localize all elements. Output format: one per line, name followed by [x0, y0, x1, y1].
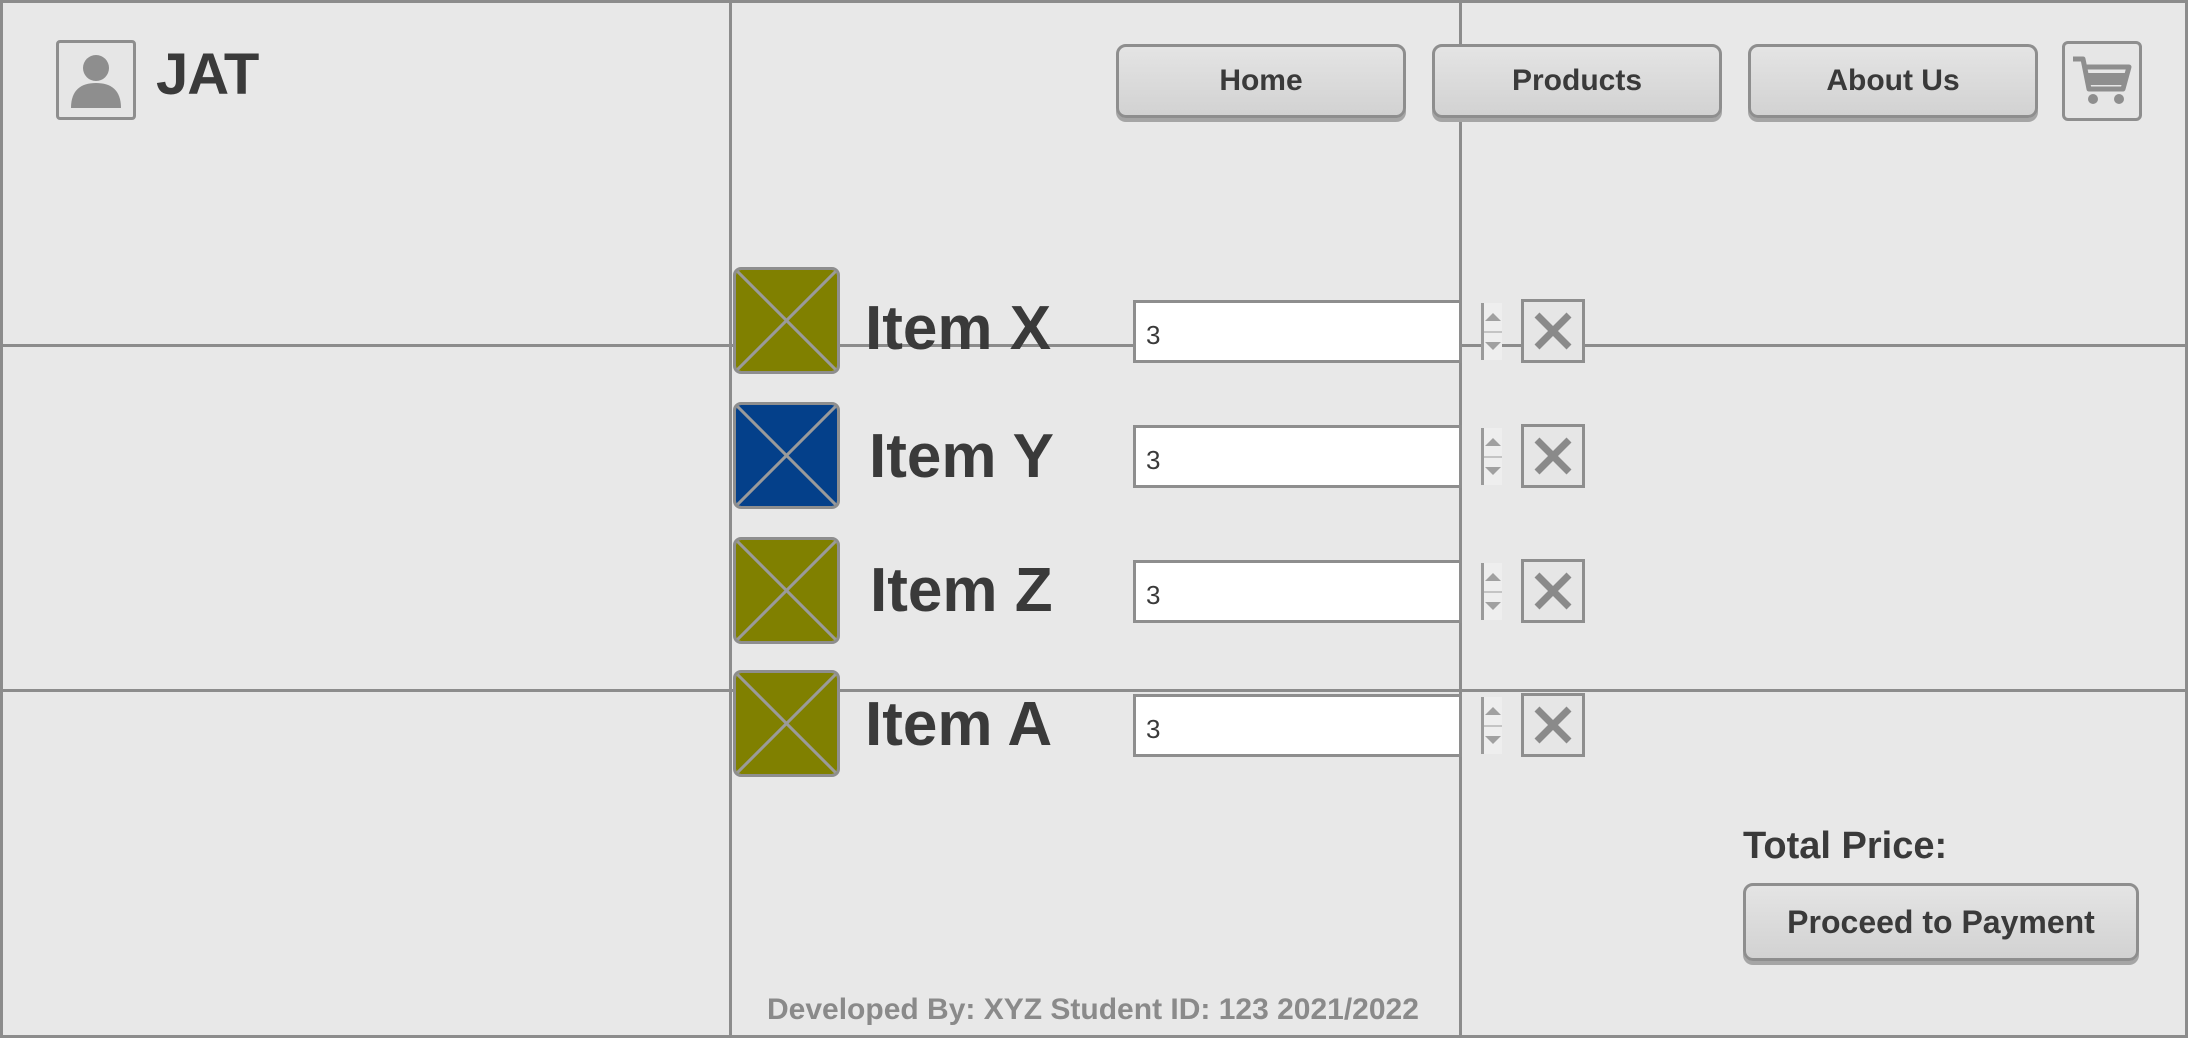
nav-home-button[interactable]: Home: [1116, 44, 1406, 118]
quantity-stepper[interactable]: [1133, 560, 1502, 623]
item-image-placeholder: [733, 670, 840, 777]
remove-item-button[interactable]: [1521, 299, 1585, 363]
quantity-input[interactable]: [1136, 563, 1481, 620]
quantity-stepper[interactable]: [1133, 425, 1502, 488]
user-avatar-icon: [56, 40, 136, 120]
proceed-to-payment-button[interactable]: Proceed to Payment: [1743, 883, 2139, 961]
stepper-down-icon[interactable]: [1484, 724, 1502, 755]
item-image-placeholder: [733, 267, 840, 374]
close-icon: [1534, 572, 1572, 610]
grid-line-horizontal: [3, 344, 2185, 347]
total-price-label: Total Price:: [1743, 825, 1948, 867]
item-image-placeholder: [733, 537, 840, 644]
remove-item-button[interactable]: [1521, 559, 1585, 623]
stepper-up-icon[interactable]: [1484, 697, 1502, 725]
stepper-down-icon[interactable]: [1484, 455, 1502, 486]
quantity-stepper[interactable]: [1133, 300, 1502, 363]
stepper-up-icon[interactable]: [1484, 428, 1502, 456]
nav-about-button[interactable]: About Us: [1748, 44, 2038, 118]
grid-line-vertical: [729, 3, 732, 1035]
item-image-placeholder: [733, 402, 840, 509]
cart-icon: [2073, 56, 2132, 104]
quantity-input[interactable]: [1136, 697, 1481, 754]
quantity-input[interactable]: [1136, 428, 1481, 485]
page: JAT Home Products About Us Item X 3 Item…: [0, 0, 2188, 1038]
stepper-down-icon[interactable]: [1484, 590, 1502, 621]
cart-button[interactable]: [2062, 41, 2142, 121]
grid-line-vertical: [1459, 3, 1462, 1035]
nav-products-button[interactable]: Products: [1432, 44, 1722, 118]
logo-text: JAT: [156, 42, 259, 107]
stepper-up-icon[interactable]: [1484, 563, 1502, 591]
item-name: Item A: [865, 690, 1053, 759]
quantity-stepper[interactable]: [1133, 694, 1502, 757]
close-icon: [1534, 312, 1572, 350]
item-name: Item X: [865, 294, 1052, 363]
remove-item-button[interactable]: [1521, 693, 1585, 757]
footer-credits: Developed By: XYZ Student ID: 123 2021/2…: [767, 993, 1419, 1026]
stepper-down-icon[interactable]: [1484, 330, 1502, 361]
grid-line-horizontal: [3, 689, 2185, 692]
quantity-input[interactable]: [1136, 303, 1481, 360]
item-name: Item Z: [870, 556, 1053, 625]
stepper-up-icon[interactable]: [1484, 303, 1502, 331]
close-icon: [1534, 706, 1572, 744]
close-icon: [1534, 437, 1572, 475]
remove-item-button[interactable]: [1521, 424, 1585, 488]
item-name: Item Y: [869, 422, 1054, 491]
